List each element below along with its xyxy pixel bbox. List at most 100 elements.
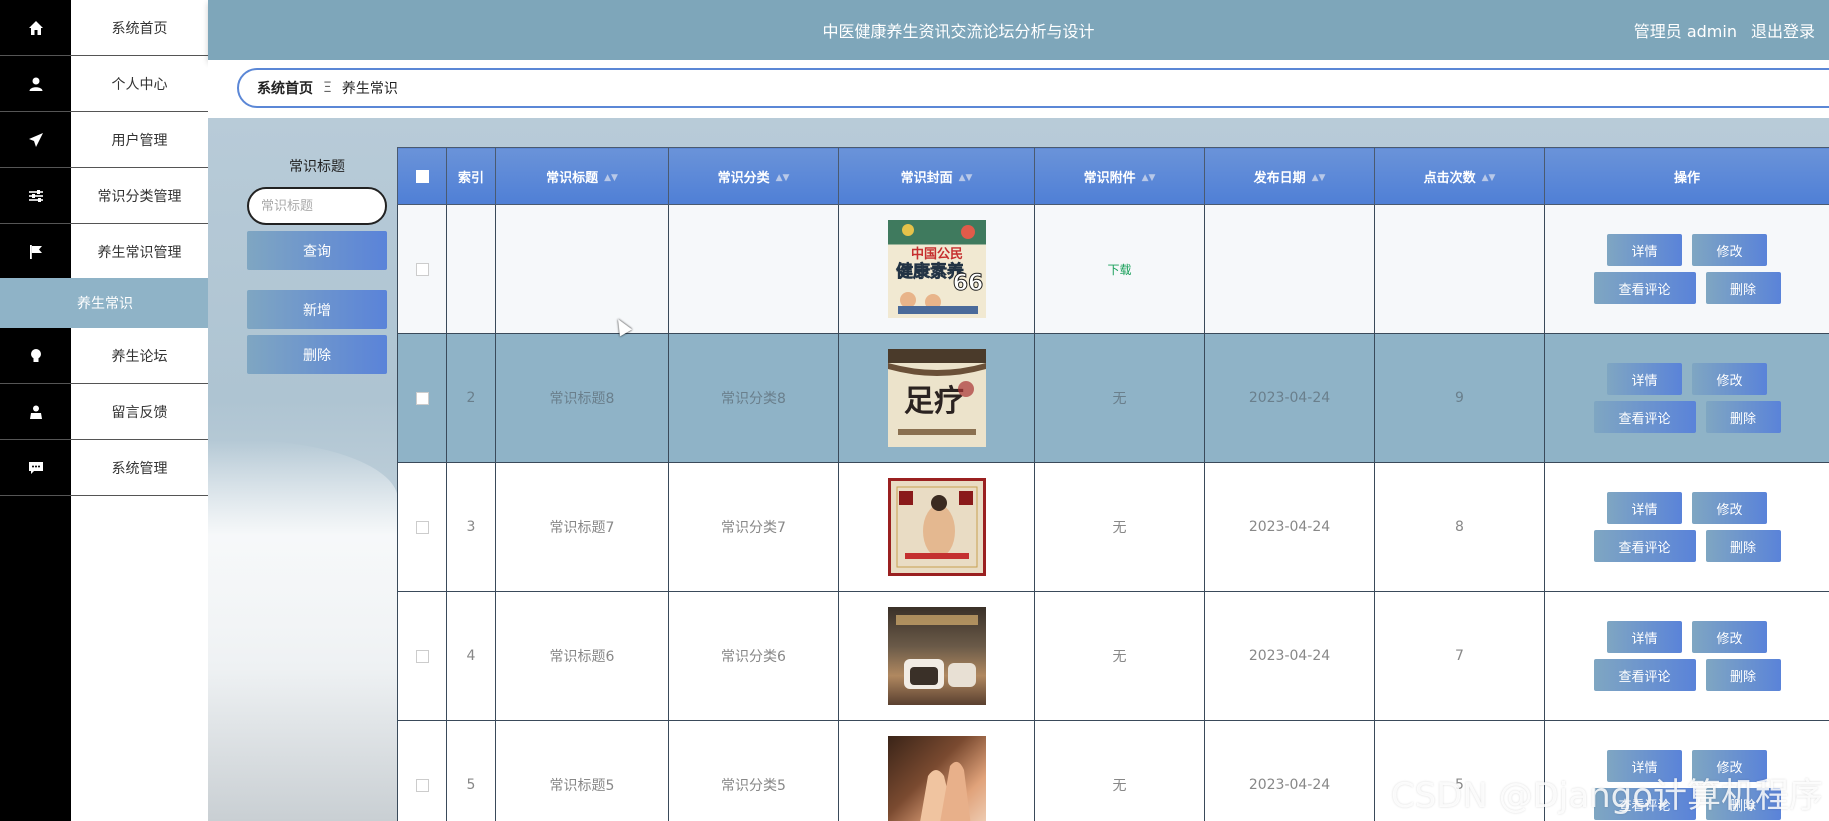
breadcrumb-bar: 系统首页 Ξ 养生常识 xyxy=(208,60,1829,118)
delete-button[interactable]: 删除 xyxy=(1705,401,1781,433)
sidebar-item-feedback[interactable]: 留言反馈 xyxy=(0,384,208,440)
sidebar: 系统首页 个人中心 用户管理 常识分类管理 养生常识管理 养生常识 养生论坛 留… xyxy=(0,0,208,821)
column-header-label: 常识附件 xyxy=(1083,170,1136,186)
row-checkbox[interactable] xyxy=(415,778,429,792)
home-icon xyxy=(0,0,71,56)
row-select-cell xyxy=(397,333,447,463)
detail-button[interactable]: 详情 xyxy=(1607,621,1682,653)
cell-clicks: 8 xyxy=(1374,462,1545,592)
cell-attachment: 无 xyxy=(1034,720,1205,821)
sort-icon[interactable]: ▲▼ xyxy=(1142,173,1156,183)
bulb-icon xyxy=(0,328,71,384)
column-header-actions: 操作 xyxy=(1544,147,1829,205)
cell-attachment: 下载 xyxy=(1034,204,1205,334)
detail-button[interactable]: 详情 xyxy=(1607,234,1682,266)
cover-image xyxy=(887,478,986,576)
row-checkbox[interactable] xyxy=(415,391,429,405)
download-link[interactable]: 下载 xyxy=(1107,263,1131,277)
row-select-cell xyxy=(397,204,447,334)
row-checkbox[interactable] xyxy=(415,649,429,663)
view-comments-button[interactable]: 查看评论 xyxy=(1593,401,1696,433)
delete-button[interactable]: 删除 xyxy=(1705,530,1781,562)
table-header-row: 索引 常识标题 ▲▼ 常识分类 ▲▼ 常识封面 ▲▼ 常识附件 ▲▼ 发布日期 ▲▼ 点击… xyxy=(397,147,1829,205)
detail-button[interactable]: 详情 xyxy=(1607,492,1682,524)
column-header-cover[interactable]: 常识封面 ▲▼ xyxy=(838,147,1035,205)
sidebar-item-label: 用户管理 xyxy=(71,112,208,168)
logout-link[interactable]: 退出登录 xyxy=(1751,18,1815,42)
person-icon xyxy=(0,384,71,440)
cell-date: 2023-04-24 xyxy=(1204,591,1375,721)
sort-icon[interactable]: ▲▼ xyxy=(959,173,973,183)
watermark: CSDN @Django计算机程序 xyxy=(1390,776,1823,816)
column-header-label: 点击次数 xyxy=(1423,170,1476,186)
sort-icon[interactable]: ▲▼ xyxy=(604,173,618,183)
cell-date xyxy=(1204,204,1375,334)
cover-image: 中国公民 健康素养 66 xyxy=(887,220,986,318)
sidebar-item-category-management[interactable]: 常识分类管理 xyxy=(0,168,208,224)
table-row: 中国公民 健康素养 66 下载 详情 修改 查看评论 删除 xyxy=(397,204,1829,334)
cell-title: 常识标题5 xyxy=(495,720,669,821)
sidebar-item-system[interactable]: 系统管理 xyxy=(0,440,208,496)
column-header-category[interactable]: 常识分类 ▲▼ xyxy=(668,147,839,205)
cell-clicks: 7 xyxy=(1374,591,1545,721)
delete-button[interactable]: 删除 xyxy=(1705,659,1781,691)
add-button[interactable]: 新增 xyxy=(247,290,387,329)
cell-category: 常识分类6 xyxy=(668,591,839,721)
sidebar-item-personal-center[interactable]: 个人中心 xyxy=(0,56,208,112)
sort-icon[interactable]: ▲▼ xyxy=(1482,173,1496,183)
sidebar-item-user-management[interactable]: 用户管理 xyxy=(0,112,208,168)
breadcrumb-home[interactable]: 系统首页 xyxy=(257,78,313,98)
sidebar-item-knowledge-management[interactable]: 养生常识管理 xyxy=(0,224,208,280)
detail-button[interactable]: 详情 xyxy=(1607,363,1682,395)
select-all-cell xyxy=(397,147,447,205)
row-select-cell xyxy=(397,462,447,592)
edit-button[interactable]: 修改 xyxy=(1692,363,1767,395)
sidebar-subitem-knowledge[interactable]: 养生常识 xyxy=(0,278,208,328)
sort-icon[interactable]: ▲▼ xyxy=(776,173,790,183)
column-header-clicks[interactable]: 点击次数 ▲▼ xyxy=(1374,147,1545,205)
edit-button[interactable]: 修改 xyxy=(1692,621,1767,653)
search-label: 常识标题 xyxy=(289,159,345,175)
sort-icon[interactable]: ▲▼ xyxy=(1312,173,1326,183)
cell-index: 5 xyxy=(446,720,496,821)
search-input[interactable] xyxy=(247,187,387,225)
column-header-label: 发布日期 xyxy=(1253,170,1306,186)
column-header-label: 常识标题 xyxy=(546,170,599,186)
column-header-attachment[interactable]: 常识附件 ▲▼ xyxy=(1034,147,1205,205)
edit-button[interactable]: 修改 xyxy=(1692,492,1767,524)
select-all-checkbox[interactable] xyxy=(415,169,429,183)
row-select-cell xyxy=(397,720,447,821)
view-comments-button[interactable]: 查看评论 xyxy=(1593,272,1696,304)
query-button[interactable]: 查询 xyxy=(247,231,387,270)
sidebar-item-home[interactable]: 系统首页 xyxy=(0,0,208,56)
edit-button[interactable]: 修改 xyxy=(1692,234,1767,266)
breadcrumb-separator: Ξ xyxy=(323,80,332,96)
cell-title: 常识标题7 xyxy=(495,462,669,592)
view-comments-button[interactable]: 查看评论 xyxy=(1593,659,1696,691)
cell-index: 4 xyxy=(446,591,496,721)
cell-actions: 详情 修改 查看评论 删除 xyxy=(1544,462,1829,592)
column-header-date[interactable]: 发布日期 ▲▼ xyxy=(1204,147,1375,205)
row-checkbox[interactable] xyxy=(415,262,429,276)
sidebar-item-forum[interactable]: 养生论坛 xyxy=(0,328,208,384)
cell-index xyxy=(446,204,496,334)
batch-delete-button[interactable]: 删除 xyxy=(247,335,387,374)
sidebar-item-label: 常识分类管理 xyxy=(71,168,208,224)
view-comments-button[interactable]: 查看评论 xyxy=(1593,530,1696,562)
sliders-icon xyxy=(0,168,71,224)
cell-cover xyxy=(838,462,1035,592)
cell-date: 2023-04-24 xyxy=(1204,720,1375,821)
cell-index: 2 xyxy=(446,333,496,463)
data-table: 索引 常识标题 ▲▼ 常识分类 ▲▼ 常识封面 ▲▼ 常识附件 ▲▼ 发布日期 ▲▼ 点击… xyxy=(397,147,1829,821)
cell-cover xyxy=(838,720,1035,821)
cell-category: 常识分类5 xyxy=(668,720,839,821)
row-checkbox[interactable] xyxy=(415,520,429,534)
cell-date: 2023-04-24 xyxy=(1204,462,1375,592)
table-row: 2 常识标题8 常识分类8 足疗 无 2023-04-24 9 详情 修改 查看… xyxy=(397,333,1829,463)
column-header-title[interactable]: 常识标题 ▲▼ xyxy=(495,147,669,205)
delete-button[interactable]: 删除 xyxy=(1705,272,1781,304)
breadcrumb-current: 养生常识 xyxy=(341,81,398,97)
cover-image xyxy=(887,736,986,821)
cell-actions: 详情 修改 查看评论 删除 xyxy=(1544,333,1829,463)
app-title: 中医健康养生资讯交流论坛分析与设计 xyxy=(822,22,1095,41)
